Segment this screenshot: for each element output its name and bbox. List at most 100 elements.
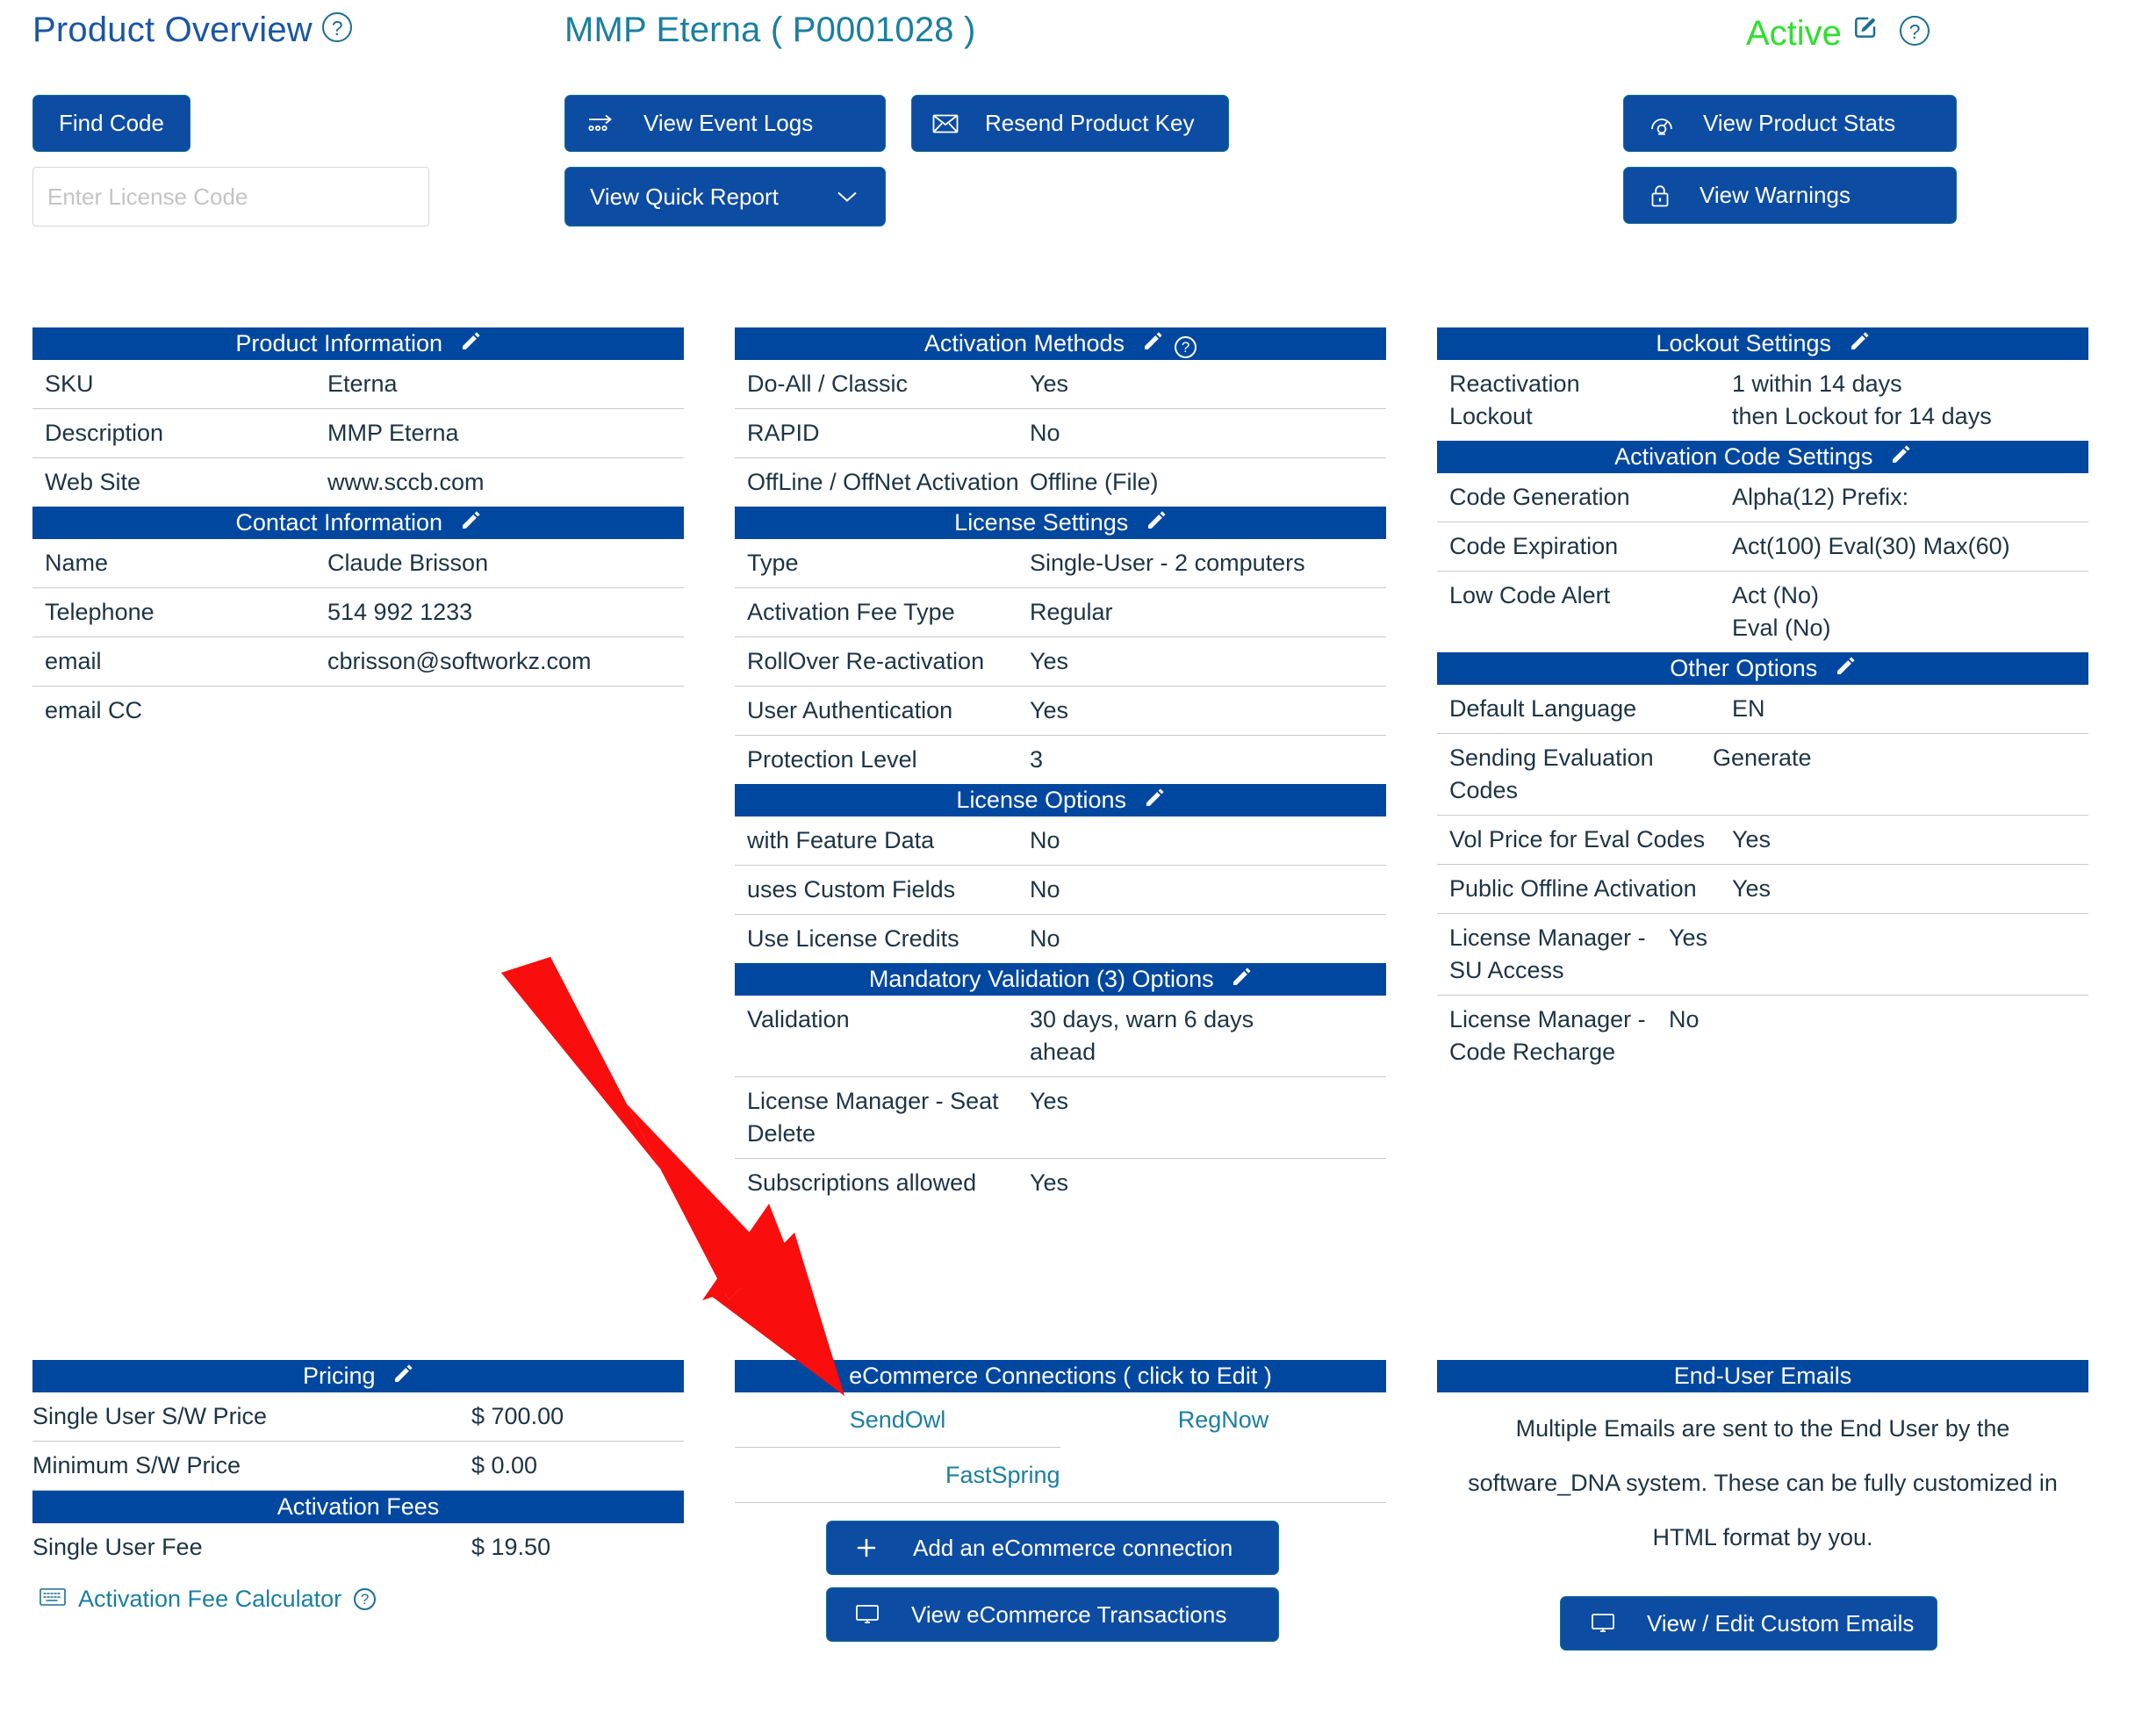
list-item[interactable]: RegNow [1060,1392,1386,1448]
row-value: Act(100) Eval(30) Max(60) [1732,533,2010,559]
view-event-logs-button[interactable]: View Event Logs [564,95,886,152]
lock-icon [1649,183,1671,208]
activation-methods-panel: Activation Methods ? Do-All / Classic Ye… [735,327,1386,1207]
row-value: MMP Eterna [327,420,459,446]
add-ecommerce-connection-button[interactable]: Add an eCommerce connection [826,1521,1279,1575]
view-ecommerce-transactions-label: View eCommerce Transactions [911,1601,1227,1628]
pencil-icon[interactable] [1890,444,1911,471]
table-row: OffLine / OffNet Activation Offline (Fil… [735,458,1386,507]
row-value: then Lockout for 14 days [1732,403,1992,429]
contact-information-header[interactable]: Contact Information [32,507,684,539]
activation-fees-title: Activation Fees [277,1493,440,1520]
license-options-header[interactable]: License Options [735,784,1386,816]
row-value: No [1030,827,1060,853]
row-label: User Authentication [747,697,953,723]
resend-product-key-label: Resend Product Key [985,110,1195,136]
view-edit-custom-emails-label: View / Edit Custom Emails [1647,1609,1915,1636]
ecommerce-connections-header[interactable]: eCommerce Connections ( click to Edit ) [735,1360,1386,1392]
activation-code-settings-header[interactable]: Activation Code Settings [1437,441,2088,473]
row-label: Web Site [45,469,141,495]
edit-square-icon[interactable] [1851,11,1879,39]
row-label: SKU [45,370,94,397]
table-row: Use License Credits No [735,915,1386,963]
table-row: Public Offline Activation Yes [1437,865,2088,914]
row-value: Act (No) Eval (No) [1732,579,2088,644]
view-product-stats-label: View Product Stats [1703,110,1896,136]
pencil-icon[interactable] [1142,331,1170,357]
license-settings-header[interactable]: License Settings [735,507,1386,539]
pencil-icon[interactable] [1835,656,1856,682]
table-row: Web Site www.sccb.com [32,458,684,507]
find-code-button[interactable]: Find Code [32,95,190,152]
activation-methods-header[interactable]: Activation Methods ? [735,327,1386,360]
lockout-settings-header[interactable]: Lockout Settings [1437,327,2088,360]
pricing-header[interactable]: Pricing [32,1360,684,1392]
row-label: Activation Fee Type [747,599,955,625]
page-help-icon[interactable]: ? [322,12,353,42]
view-product-stats-button[interactable]: View Product Stats [1623,95,1957,152]
row-label: email CC [45,697,143,723]
row-label: Single User Fee [32,1534,203,1560]
pencil-icon[interactable] [1146,510,1167,536]
row-value: Yes [1030,697,1069,723]
row-label: Public Offline Activation [1449,875,1697,902]
status-help-icon[interactable]: ? [1900,16,1930,46]
view-edit-custom-emails-button[interactable]: View / Edit Custom Emails [1560,1596,1937,1651]
table-row: email cbrisson@softworkz.com [32,637,684,687]
row-label: Telephone [45,599,155,625]
end-user-emails-note: Multiple Emails are sent to the End User… [1468,1415,2058,1550]
view-ecommerce-transactions-button[interactable]: View eCommerce Transactions [826,1587,1279,1642]
view-quick-report-label: View Quick Report [590,183,779,210]
row-label: Name [45,550,109,576]
row-value: 3 [1030,746,1044,773]
row-label: Type [747,550,799,576]
row-value: Yes [1030,1169,1069,1196]
view-event-logs-label: View Event Logs [643,110,814,136]
pencil-icon[interactable] [1849,331,1870,357]
table-row: RollOver Re-activation Yes [735,637,1386,687]
gauge-icon [1649,111,1675,136]
pencil-icon[interactable] [1231,967,1252,993]
list-item[interactable]: SendOwl [735,1392,1060,1448]
activation-fee-calculator-link[interactable]: Activation Fee Calculator ? [32,1572,684,1613]
mandatory-validation-header[interactable]: Mandatory Validation (3) Options [735,963,1386,996]
pencil-icon[interactable] [1144,788,1165,814]
activation-fees-header: Activation Fees [32,1491,684,1523]
license-code-input[interactable] [32,167,429,227]
pencil-icon[interactable] [460,331,481,357]
add-ecommerce-connection-label: Add an eCommerce connection [913,1534,1233,1561]
row-label: Single User S/W Price [32,1403,268,1429]
row-value: Single-User - 2 computers [1030,550,1305,576]
pencil-icon[interactable] [392,1363,413,1390]
resend-product-key-button[interactable]: Resend Product Key [911,95,1229,152]
row-value: No [1030,876,1060,903]
table-row: Single User S/W Price $ 700.00 [32,1392,684,1442]
table-row: Low Code Alert Act (No) Eval (No) [1437,572,2088,652]
end-user-emails-panel: End-User Emails Multiple Emails are sent… [1437,1360,2088,1670]
row-label: Minimum S/W Price [32,1452,241,1478]
row-value-line2: Eval (No) [1732,615,1831,641]
table-row: email CC [32,687,684,735]
pencil-icon[interactable] [460,510,481,536]
table-row: Single User Fee $ 19.50 [32,1523,684,1572]
table-row: Telephone 514 992 1233 [32,588,684,637]
lockout-settings-title: Lockout Settings [1656,330,1832,356]
row-value: Claude Brisson [327,550,489,576]
view-quick-report-button[interactable]: View Quick Report [564,167,886,227]
row-label: Description [45,420,164,446]
row-value: Regular [1030,599,1113,625]
view-warnings-label: View Warnings [1700,182,1851,208]
product-information-header[interactable]: Product Information [32,327,684,360]
keyboard-icon [40,1586,66,1613]
table-row: SKU Eterna [32,360,684,409]
end-user-emails-title: End-User Emails [1673,1363,1852,1389]
activation-methods-help-icon[interactable]: ? [1175,336,1197,358]
row-label: Low Code Alert [1449,582,1611,608]
row-label: Vol Price for Eval Codes [1449,826,1706,852]
view-warnings-button[interactable]: View Warnings [1623,167,1957,224]
list-item[interactable]: FastSpring [735,1448,1386,1503]
activation-fee-calculator-help-icon[interactable]: ? [354,1588,377,1610]
other-options-header[interactable]: Other Options [1437,652,2088,685]
row-value: Yes [1030,370,1069,397]
row-value: Yes [1030,648,1069,674]
